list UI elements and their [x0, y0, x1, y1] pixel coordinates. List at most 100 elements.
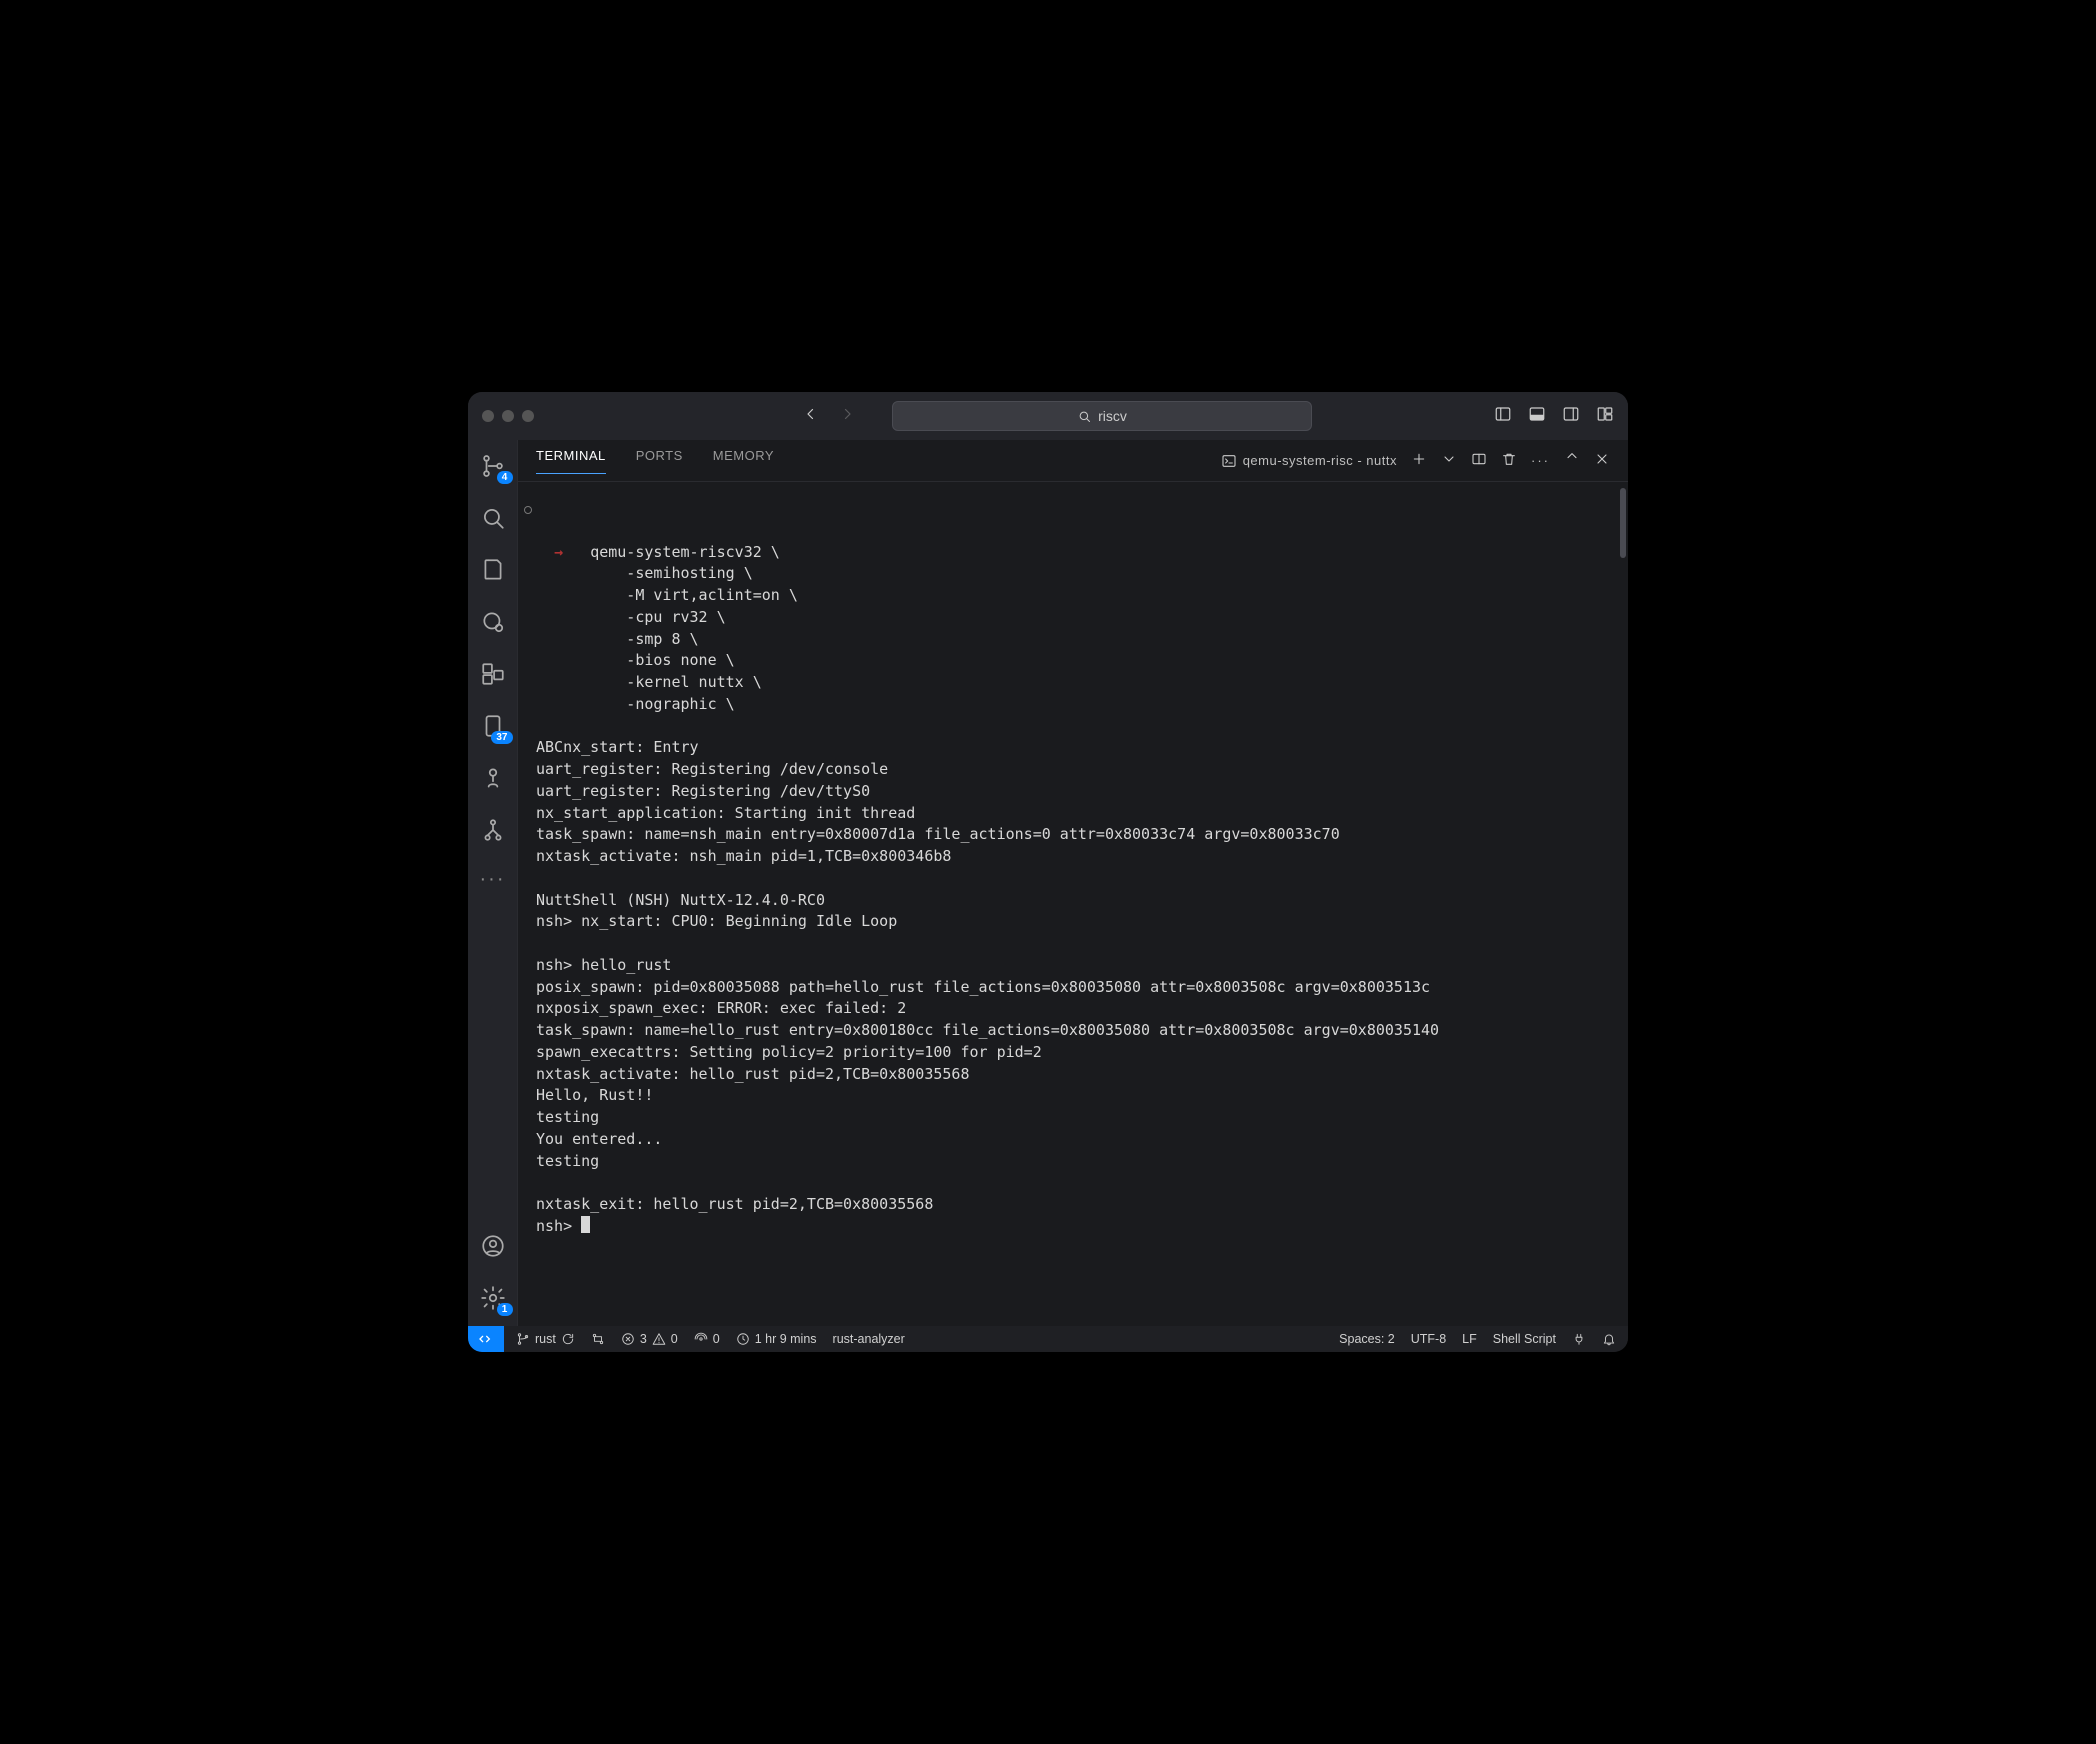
out-04: nx_start_application: Starting init thre… — [536, 804, 915, 822]
out-14: nxtask_activate: hello_rust pid=2,TCB=0x… — [536, 1065, 969, 1083]
prompt-arrow-icon: → — [554, 543, 563, 561]
tab-terminal[interactable]: TERMINAL — [536, 448, 606, 474]
out-05: task_spawn: name=nsh_main entry=0x80007d… — [536, 825, 1340, 843]
activity-bar: 4 37 ··· — [468, 440, 518, 1326]
git-compare-icon — [591, 1332, 605, 1346]
gutter-decoration — [524, 506, 532, 514]
panel-tabbar: TERMINAL PORTS MEMORY qemu-system-risc -… — [518, 440, 1628, 482]
cmd-l1 — [563, 543, 590, 561]
status-ports[interactable]: 0 — [694, 1332, 720, 1346]
status-plug-icon[interactable] — [1572, 1332, 1586, 1346]
layout-customize-icon[interactable] — [1596, 405, 1614, 428]
out-20: nsh> — [536, 1217, 581, 1235]
status-bell-icon[interactable] — [1602, 1332, 1616, 1346]
cmd-line-8 — [536, 695, 590, 713]
sync-icon[interactable] — [561, 1332, 575, 1346]
status-problems[interactable]: 3 0 — [621, 1332, 678, 1346]
remote-icon — [478, 1331, 494, 1347]
out-06: nxtask_activate: nsh_main pid=1,TCB=0x80… — [536, 847, 951, 865]
activity-git-graph[interactable] — [479, 816, 507, 844]
tab-ports[interactable]: PORTS — [636, 448, 683, 473]
lsp-name: rust-analyzer — [833, 1332, 905, 1346]
clock-icon — [736, 1332, 750, 1346]
terminal-name: qemu-system-risc - nuttx — [1243, 453, 1397, 468]
out-19: nxtask_exit: hello_rust pid=2,TCB=0x8003… — [536, 1195, 933, 1213]
terminal-cursor — [581, 1216, 590, 1233]
cmd-line-7 — [536, 673, 590, 691]
cmd-line-1: qemu-system-riscv32 \ — [590, 543, 780, 561]
status-language[interactable]: Shell Script — [1493, 1332, 1556, 1346]
terminal-icon — [1221, 453, 1237, 469]
tab-memory[interactable]: MEMORY — [713, 448, 774, 473]
panel-area: TERMINAL PORTS MEMORY qemu-system-risc -… — [518, 440, 1628, 1326]
error-icon — [621, 1332, 635, 1346]
activity-explorer[interactable] — [479, 556, 507, 584]
titlebar: riscv — [468, 392, 1628, 440]
new-terminal-icon[interactable] — [1411, 451, 1427, 470]
activity-lens[interactable] — [479, 608, 507, 636]
status-lsp[interactable]: rust-analyzer — [833, 1332, 905, 1346]
out-15: Hello, Rust!! — [536, 1086, 653, 1104]
traffic-close[interactable] — [482, 410, 494, 422]
nav-back-icon[interactable] — [802, 405, 820, 428]
status-encoding[interactable]: UTF-8 — [1411, 1332, 1446, 1346]
activity-settings[interactable]: 1 — [479, 1284, 507, 1312]
cmd-line-4 — [536, 608, 590, 626]
out-03: uart_register: Registering /dev/ttyS0 — [536, 782, 870, 800]
out-09: nsh> hello_rust — [536, 956, 671, 974]
status-eol[interactable]: LF — [1462, 1332, 1477, 1346]
remote-indicator[interactable] — [468, 1326, 504, 1352]
nav-forward-icon[interactable] — [838, 405, 856, 428]
out-02: uart_register: Registering /dev/console — [536, 760, 888, 778]
panel-more-icon[interactable]: ··· — [1531, 453, 1550, 468]
terminal-picker[interactable]: qemu-system-risc - nuttx — [1221, 453, 1397, 469]
settings-badge: 1 — [497, 1303, 513, 1316]
split-terminal-icon[interactable] — [1471, 451, 1487, 470]
maximize-panel-icon[interactable] — [1564, 451, 1580, 470]
cmd-line-2 — [536, 564, 590, 582]
status-spaces[interactable]: Spaces: 2 — [1339, 1332, 1395, 1346]
traffic-minimize[interactable] — [502, 410, 514, 422]
activity-search[interactable] — [479, 504, 507, 532]
radio-count: 0 — [713, 1332, 720, 1346]
window-traffic-lights[interactable] — [482, 410, 552, 422]
terminal-scrollbar[interactable] — [1620, 488, 1626, 558]
out-17: You entered... — [536, 1130, 662, 1148]
kill-terminal-icon[interactable] — [1501, 451, 1517, 470]
folder-badge: 37 — [491, 731, 512, 744]
status-git-compare[interactable] — [591, 1332, 605, 1346]
scm-badge: 4 — [497, 471, 513, 484]
status-time[interactable]: 1 hr 9 mins — [736, 1332, 817, 1346]
layout-sidebar-right-icon[interactable] — [1562, 405, 1580, 428]
search-text: riscv — [1098, 408, 1127, 424]
activity-gitlens[interactable] — [479, 764, 507, 792]
statusbar: rust 3 0 0 1 hr 9 mins rust-analyzer — [468, 1326, 1628, 1352]
layout-sidebar-left-icon[interactable] — [1494, 405, 1512, 428]
command-center-search[interactable]: riscv — [892, 401, 1312, 431]
terminal-dropdown-icon[interactable] — [1441, 451, 1457, 470]
cmd-line-6 — [536, 651, 590, 669]
activity-source-control[interactable]: 4 — [479, 452, 507, 480]
activity-extensions[interactable] — [479, 660, 507, 688]
close-panel-icon[interactable] — [1594, 451, 1610, 470]
error-count: 3 — [640, 1332, 647, 1346]
activity-folder[interactable]: 37 — [479, 712, 507, 740]
time-text: 1 hr 9 mins — [755, 1332, 817, 1346]
out-16: testing — [536, 1108, 599, 1126]
out-18: testing — [536, 1152, 599, 1170]
warning-count: 0 — [671, 1332, 678, 1346]
activity-accounts[interactable] — [479, 1232, 507, 1260]
terminal-content[interactable]: → qemu-system-riscv32 \ -semihosting \ -… — [518, 482, 1628, 1326]
activity-more[interactable]: ··· — [480, 868, 506, 891]
warning-icon — [652, 1332, 666, 1346]
out-08: nsh> nx_start: CPU0: Beginning Idle Loop — [536, 912, 897, 930]
status-branch[interactable]: rust — [516, 1332, 575, 1346]
branch-name: rust — [535, 1332, 556, 1346]
search-icon — [1077, 409, 1092, 424]
layout-panel-icon[interactable] — [1528, 405, 1546, 428]
out-10: posix_spawn: pid=0x80035088 path=hello_r… — [536, 978, 1430, 996]
cmd-line-5 — [536, 630, 590, 648]
traffic-zoom[interactable] — [522, 410, 534, 422]
out-13: spawn_execattrs: Setting policy=2 priori… — [536, 1043, 1042, 1061]
out-12: task_spawn: name=hello_rust entry=0x8001… — [536, 1021, 1439, 1039]
